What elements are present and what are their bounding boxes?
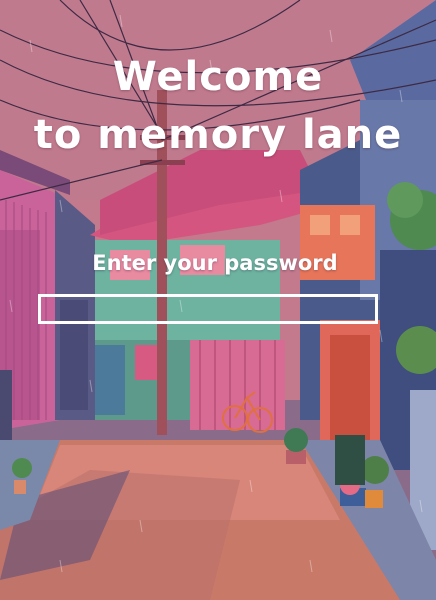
login-screen: Welcome to memory lane Enter your passwo… [0, 0, 436, 600]
welcome-heading-line-1: Welcome [112, 54, 324, 100]
welcome-heading-line-2: to memory lane [33, 112, 403, 158]
password-prompt-label: Enter your password [92, 251, 338, 275]
password-input[interactable] [38, 294, 378, 324]
